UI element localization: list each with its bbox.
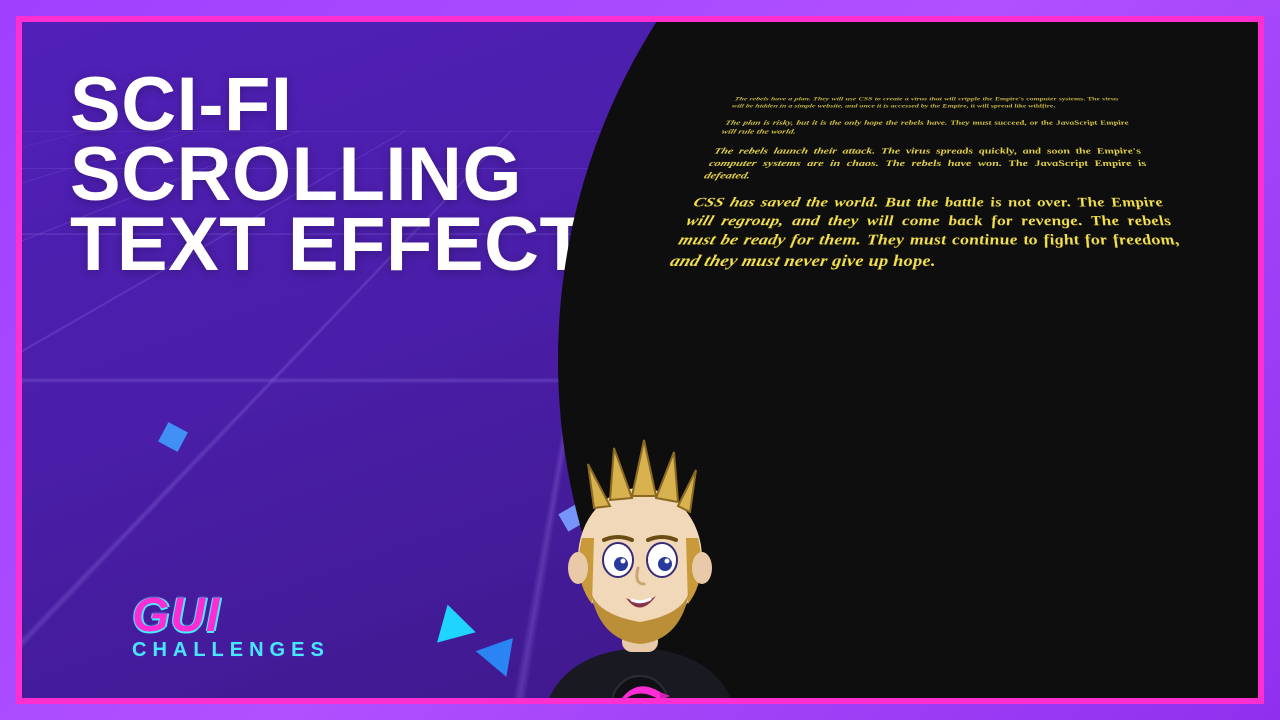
floating-triangle-icon: [428, 599, 475, 642]
brand-sub: CHALLENGES: [132, 639, 330, 662]
floating-square-icon: [158, 422, 188, 452]
crawl-para-4: CSS has saved the world. But the battle …: [666, 194, 1193, 272]
brand-block: GUI CHALLENGES: [132, 588, 330, 662]
main-title: SCI-FI SCROLLING TEXT EFFECT: [70, 70, 586, 280]
crawl-viewport: The rebels have a plan. They will use CS…: [598, 16, 1238, 704]
crawl-para-3: The rebels launch their attack. The viru…: [702, 146, 1154, 182]
crawl-para-1: The rebels have a plan. They will use CS…: [731, 96, 1123, 110]
brand-main: GUI: [132, 588, 330, 643]
title-line-3: TEXT EFFECT: [70, 210, 586, 280]
title-line-1: SCI-FI: [70, 70, 586, 140]
crawl-para-2: The plan is risky, but it is the only ho…: [720, 118, 1134, 136]
thumbnail-frame: SCI-FI SCROLLING TEXT EFFECT The rebels …: [16, 16, 1264, 704]
crawl-plane: The rebels have a plan. They will use CS…: [660, 96, 1200, 289]
crawl-panel: The rebels have a plan. They will use CS…: [558, 16, 1264, 704]
title-line-2: SCROLLING: [70, 140, 586, 210]
floating-triangle-icon: [476, 625, 528, 677]
